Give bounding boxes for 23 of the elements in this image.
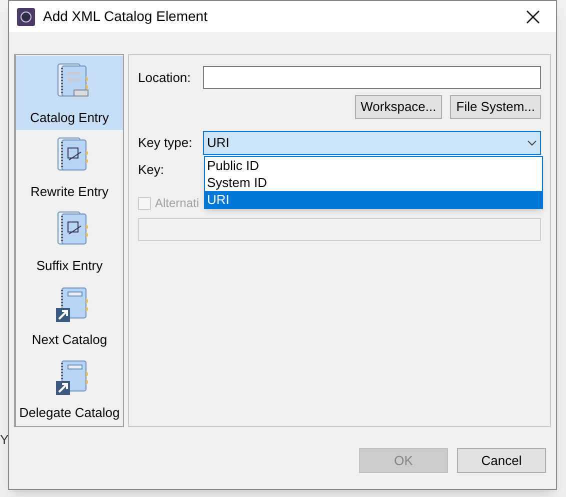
alternative-field[interactable] [138,218,541,241]
close-icon [526,10,540,24]
window-title: Add XML Catalog Element [43,7,208,26]
dropdown-option[interactable]: Public ID [205,157,542,174]
location-field[interactable] [203,66,541,89]
app-icon [17,8,35,26]
sidebar-item[interactable]: Rewrite Entry [16,130,123,204]
sidebar-item[interactable]: Suffix Entry [16,204,123,278]
sidebar-item[interactable]: Next Catalog [16,277,123,352]
dropdown-option[interactable]: System ID [205,174,542,191]
sidebar-item[interactable]: Catalog Entry [16,56,123,130]
browse-button[interactable]: File System... [450,95,541,119]
chevron-icon [527,140,537,146]
alternative-label: Alternati [155,195,200,212]
dropdown-option[interactable]: URI [205,191,542,208]
key-type-label: Key type: [138,134,194,152]
browse-button[interactable]: Workspace... [354,95,442,119]
background-text: Y [0,431,9,449]
key-label: Key: [138,161,164,180]
location-label: Location: [138,68,192,87]
key-type-dropdown[interactable]: URI [203,131,541,155]
cancel-button[interactable]: Cancel [457,448,546,473]
sidebar-item[interactable]: Delegate Catalog [16,351,123,425]
